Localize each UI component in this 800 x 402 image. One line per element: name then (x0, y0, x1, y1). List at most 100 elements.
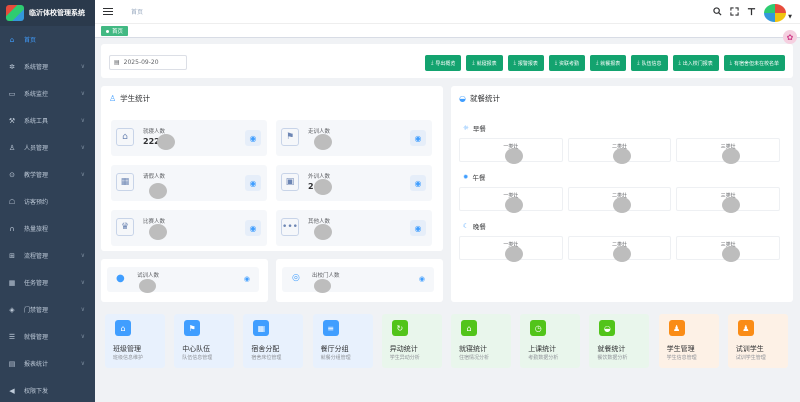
download-icon: ⤓ (678, 60, 681, 66)
search-icon[interactable] (713, 7, 722, 19)
stat-card[interactable]: ▦ 请假人数 ◉ (111, 165, 267, 201)
app-logo[interactable]: 临沂体校管理系统 (0, 0, 95, 26)
report-button-4[interactable]: ⤓ 就餐报表 (590, 55, 627, 71)
settings-float-icon[interactable]: ✿ (783, 30, 797, 44)
nav-card[interactable]: ▦ 宿舍分配 宿舍床位管理 (243, 314, 304, 368)
sidebar-item-label: 权限下发 (24, 388, 49, 395)
eye-icon[interactable]: ◉ (245, 220, 261, 236)
report-button-6[interactable]: ⤓ 出入校门报表 (672, 55, 719, 71)
stat-card[interactable]: ▣ 外训人数 2 ◉ (276, 165, 432, 201)
meal-row: 一类灶 二类灶 三类灶 (459, 138, 781, 164)
meal-cell[interactable]: 三类灶 (676, 236, 781, 262)
nav-card-title: 班级管理 (113, 345, 141, 353)
meal-section-title: ☼ 早餐 (463, 124, 486, 133)
font-size-icon[interactable] (747, 7, 756, 19)
sidebar-item-label: 就餐管理 (24, 334, 49, 341)
meal-cell[interactable]: 三类灶 (676, 138, 781, 164)
sidebar-item-13[interactable]: ◀ 权限下发 (0, 377, 95, 402)
stat-card[interactable]: ⌂ 就寝人数 222 ◉ (111, 120, 267, 156)
sidebar-item-3[interactable]: ⚒ 系统工具 ∨ (0, 107, 95, 134)
report-button-7[interactable]: ⤓ 有宿舍但未在校名单 (723, 55, 785, 71)
nav-card-subtitle: 住宿情况分析 (459, 355, 490, 361)
redacted-blob (613, 197, 632, 213)
meal-row: 一类灶 二类灶 三类灶 (459, 236, 781, 262)
sidebar-item-2[interactable]: ▭ 系统监控 ∨ (0, 80, 95, 107)
eye-icon[interactable]: ◉ (244, 275, 250, 283)
sidebar-item-label: 访客预约 (24, 199, 49, 206)
redacted-blob (722, 148, 741, 164)
nav-card[interactable]: ⚑ 中心队伍 队伍信息管理 (174, 314, 235, 368)
report-button-3[interactable]: ⤓ 资联考勤 (548, 55, 586, 71)
nav-card[interactable]: ≡ 餐厅分组 就餐分组管理 (312, 314, 373, 368)
eye-icon[interactable]: ◉ (410, 130, 426, 146)
nav-card[interactable]: ⌂ 班级管理 班级信息维护 (105, 314, 165, 368)
report-button-1[interactable]: ⤓ 就寝报表 (466, 55, 503, 71)
leave-school-label: 出校门人数 (312, 273, 340, 279)
nav-card[interactable]: ♟ 学生管理 学生信息管理 (658, 314, 719, 368)
meal-cell[interactable]: 三类灶 (676, 187, 781, 213)
nav-card[interactable]: ♟ 试训学生 试训学生管理 (727, 314, 788, 368)
nav-card-title: 中心队伍 (182, 345, 211, 353)
meal-cell[interactable]: 二类灶 (567, 236, 672, 262)
date-value: 2025-09-20 (123, 59, 159, 66)
sidebar-item-label: 系统管理 (24, 64, 49, 71)
nav-card-subtitle: 宿舍床位管理 (251, 355, 282, 361)
sidebar-item-12[interactable]: ▤ 报表统计 ∨ (0, 350, 95, 377)
report-button-2[interactable]: ⤓ 报警报表 (507, 55, 544, 71)
sidebar-item-9[interactable]: ▦ 任务管理 ∨ (0, 269, 95, 296)
eye-icon[interactable]: ◉ (419, 275, 425, 283)
sidebar-item-8[interactable]: ⊞ 流程管理 ∨ (0, 242, 95, 269)
eye-icon[interactable]: ◉ (245, 130, 261, 146)
download-icon: ⤓ (637, 60, 640, 66)
redacted-blob (149, 224, 167, 240)
sidebar-item-0[interactable]: ⌂ 首页 (0, 26, 95, 53)
redacted-blob (139, 279, 156, 293)
nav-card-title: 就餐统计 (597, 345, 626, 353)
person-icon: ♟ (668, 320, 685, 336)
stat-card[interactable]: ⚑ 走训人数 ◉ (276, 120, 432, 156)
download-icon: ⤓ (729, 60, 732, 66)
hamburger-icon[interactable] (103, 7, 113, 16)
nav-card[interactable]: ◒ 就餐统计 餐饮数据分析 (589, 314, 650, 368)
user-icon: ♙ (109, 94, 117, 103)
nav-card-subtitle: 班级信息维护 (113, 355, 144, 361)
sidebar-item-11[interactable]: ☰ 就餐管理 ∨ (0, 323, 95, 350)
eye-icon[interactable]: ◉ (245, 175, 261, 191)
stat-card[interactable]: ♛ 比赛人数 ◉ (111, 210, 267, 246)
chevron-down-icon[interactable]: ▼ (788, 14, 792, 20)
report-button-0[interactable]: ⤓ 导出概览 (425, 55, 462, 71)
tag-home[interactable]: 首页 (101, 26, 129, 36)
sidebar-item-1[interactable]: ✲ 系统管理 ∨ (0, 53, 95, 80)
sidebar-item-5[interactable]: ⊙ 教学管理 ∨ (0, 161, 95, 188)
chevron-down-icon: ∨ (80, 306, 85, 313)
home-icon: ⌂ (461, 320, 477, 336)
sidebar-item-4[interactable]: ♙ 人员管理 ∨ (0, 134, 95, 161)
stat-card[interactable]: ••• 其他人数 ◉ (276, 210, 432, 246)
trophy-icon: ♛ (116, 218, 134, 236)
report-icon: ▤ (8, 359, 16, 368)
avatar[interactable] (764, 4, 787, 22)
trial-label: 试训人数 (137, 273, 160, 279)
teach-icon: ⊙ (9, 170, 15, 179)
nav-card[interactable]: ⌂ 就寝统计 住宿情况分析 (451, 314, 511, 368)
date-picker[interactable]: ▤ 2025-09-20 (109, 55, 187, 70)
meal-cell[interactable]: 二类灶 (567, 187, 672, 213)
nav-card[interactable]: ◷ 上课统计 考勤数据分析 (520, 314, 581, 368)
nav-card[interactable]: ↻ 异动统计 学生异动分析 (381, 314, 442, 368)
sidebar-item-7[interactable]: ∩ 热量旅程 (0, 215, 95, 242)
meal-cell[interactable]: 一类灶 (459, 138, 563, 164)
sidebar-item-10[interactable]: ◈ 门禁管理 ∨ (0, 296, 95, 323)
sidebar-item-6[interactable]: ☖ 访客预约 (0, 188, 95, 215)
fullscreen-icon[interactable] (730, 7, 739, 19)
meal-cell[interactable]: 一类灶 (459, 236, 563, 262)
meal-cell[interactable]: 二类灶 (567, 138, 672, 164)
redacted-blob (314, 134, 332, 150)
meal-cell[interactable]: 一类灶 (459, 187, 563, 213)
flow-icon: ⊞ (9, 251, 15, 260)
breadcrumb[interactable]: 首页 (131, 7, 143, 16)
gear-icon: ✲ (9, 62, 15, 71)
eye-icon[interactable]: ◉ (410, 175, 426, 191)
eye-icon[interactable]: ◉ (410, 220, 426, 236)
report-button-5[interactable]: ⤓ 队伍信息 (631, 55, 668, 71)
nav-card-subtitle: 考勤数据分析 (528, 355, 559, 361)
